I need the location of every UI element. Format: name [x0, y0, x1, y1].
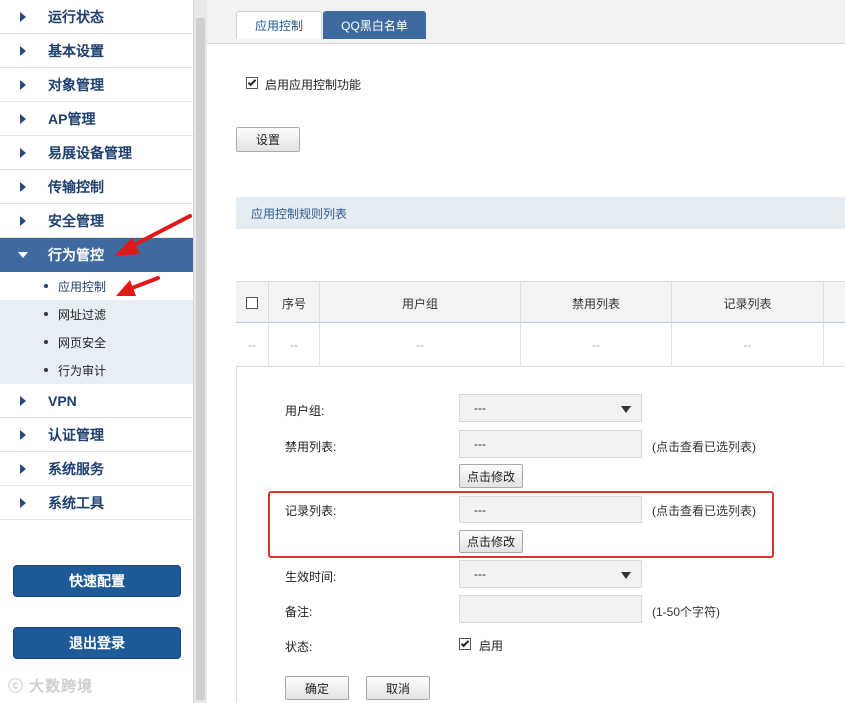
triangle-right-icon — [20, 430, 26, 440]
tab-qq-blackwhite-list[interactable]: QQ黑白名单 — [323, 11, 426, 39]
column-header-user-group: 用户组 — [320, 282, 521, 324]
confirm-button[interactable]: 确定 — [285, 676, 349, 700]
block-list-modify-button[interactable]: 点击修改 — [459, 464, 523, 488]
triangle-right-icon — [20, 148, 26, 158]
table-cell: -- — [672, 323, 824, 367]
settings-button[interactable]: 设置 — [236, 127, 300, 152]
status-enable-checkbox[interactable] — [459, 638, 471, 650]
column-header-index: 序号 — [269, 282, 320, 324]
menu-item-transmission-control[interactable]: 传输控制 — [0, 170, 193, 204]
triangle-right-icon — [20, 80, 26, 90]
menu-item-status[interactable]: 运行状态 — [0, 0, 193, 34]
block-list-field[interactable]: --- — [459, 430, 642, 458]
table-cell: -- — [521, 323, 672, 367]
select-all-cell — [236, 282, 269, 324]
dropdown-arrow-icon — [621, 572, 631, 579]
cancel-button[interactable]: 取消 — [366, 676, 430, 700]
effective-time-label: 生效时间: — [285, 570, 337, 584]
column-header-record-list: 记录列表 — [672, 282, 824, 324]
bullet-icon — [44, 284, 48, 288]
user-group-value: --- — [474, 401, 486, 415]
arrow-to-app-control — [116, 276, 160, 296]
logout-button[interactable]: 退出登录 — [13, 627, 181, 659]
table-cell: -- — [236, 323, 269, 367]
rule-list-title: 应用控制规则列表 — [236, 197, 845, 229]
menu-item-ap-management[interactable]: AP管理 — [0, 102, 193, 136]
dropdown-arrow-icon — [621, 406, 631, 413]
user-group-label: 用户组: — [285, 404, 325, 418]
tab-app-control[interactable]: 应用控制 — [236, 11, 322, 39]
status-label: 状态: — [285, 640, 313, 654]
table-header: 序号 用户组 禁用列表 记录列表 — [236, 281, 845, 324]
submenu-item-web-security[interactable]: 网页安全 — [0, 328, 193, 356]
triangle-right-icon — [20, 498, 26, 508]
watermark: ⓒ 大数跨境 — [8, 678, 94, 695]
sidebar-scroll-thumb[interactable] — [196, 18, 205, 700]
effective-time-value: --- — [474, 567, 486, 581]
bullet-icon — [44, 368, 48, 372]
check-icon — [460, 638, 470, 648]
menu-item-object-management[interactable]: 对象管理 — [0, 68, 193, 102]
triangle-right-icon — [20, 396, 26, 406]
menu-item-system-tools[interactable]: 系统工具 — [0, 486, 193, 520]
block-list-label: 禁用列表: — [285, 440, 337, 454]
menu-item-auth-management[interactable]: 认证管理 — [0, 418, 193, 452]
menu-item-basic-settings[interactable]: 基本设置 — [0, 34, 193, 68]
triangle-right-icon — [20, 46, 26, 56]
annotation-arrows — [114, 214, 192, 296]
check-icon — [247, 77, 257, 87]
column-header-block-list: 禁用列表 — [521, 282, 672, 324]
bullet-icon — [44, 340, 48, 344]
enable-control-checkbox[interactable] — [246, 77, 258, 89]
triangle-right-icon — [20, 12, 26, 22]
enable-control-label: 启用应用控制功能 — [265, 78, 362, 92]
bullet-icon — [44, 312, 48, 316]
watermark-text: 大数跨境 — [29, 678, 94, 695]
menu-item-vpn[interactable]: VPN — [0, 384, 193, 418]
menu-item-system-services[interactable]: 系统服务 — [0, 452, 193, 486]
triangle-down-icon — [18, 252, 28, 258]
triangle-right-icon — [20, 464, 26, 474]
triangle-right-icon — [20, 114, 26, 124]
user-group-select[interactable]: --- — [459, 394, 642, 422]
sidebar: 运行状态 基本设置 对象管理 AP管理 易展设备管理 传输控制 安全管理 行为管… — [0, 0, 193, 703]
table-cell: -- — [320, 323, 521, 367]
submenu-item-behavior-audit[interactable]: 行为审计 — [0, 356, 193, 384]
arrow-to-behavior-control — [114, 214, 192, 256]
remark-label: 备注: — [285, 605, 313, 619]
table-row: -- -- -- -- -- — [236, 323, 845, 367]
quick-config-button[interactable]: 快速配置 — [13, 565, 181, 597]
triangle-right-icon — [20, 182, 26, 192]
record-list-highlight-box — [268, 491, 774, 558]
block-list-hint[interactable]: (点击查看已选列表) — [652, 438, 756, 455]
status-enable-label: 启用 — [479, 639, 504, 653]
remark-input[interactable] — [459, 595, 642, 623]
select-all-checkbox[interactable] — [246, 297, 258, 309]
remark-hint: (1-50个字符) — [652, 605, 721, 619]
triangle-right-icon — [20, 216, 26, 226]
table-cell: -- — [269, 323, 320, 367]
block-list-value: --- — [474, 437, 486, 451]
menu-item-device-management[interactable]: 易展设备管理 — [0, 136, 193, 170]
effective-time-select[interactable]: --- — [459, 560, 642, 588]
